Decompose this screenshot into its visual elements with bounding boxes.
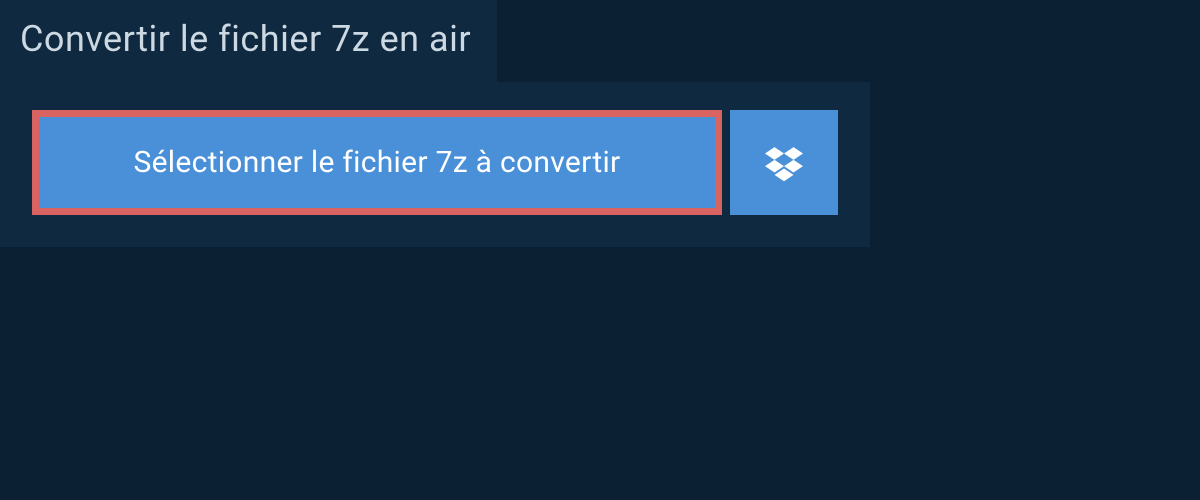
button-panel: Sélectionner le fichier 7z à convertir xyxy=(0,82,870,247)
select-file-button[interactable]: Sélectionner le fichier 7z à convertir xyxy=(32,110,722,215)
heading-wrapper: Convertir le fichier 7z en air xyxy=(0,0,497,82)
dropbox-icon xyxy=(765,144,803,182)
page-title: Convertir le fichier 7z en air xyxy=(20,18,471,60)
dropbox-button[interactable] xyxy=(730,110,838,215)
converter-panel: Convertir le fichier 7z en air Sélection… xyxy=(0,0,1200,247)
select-file-button-label: Sélectionner le fichier 7z à convertir xyxy=(133,145,620,180)
